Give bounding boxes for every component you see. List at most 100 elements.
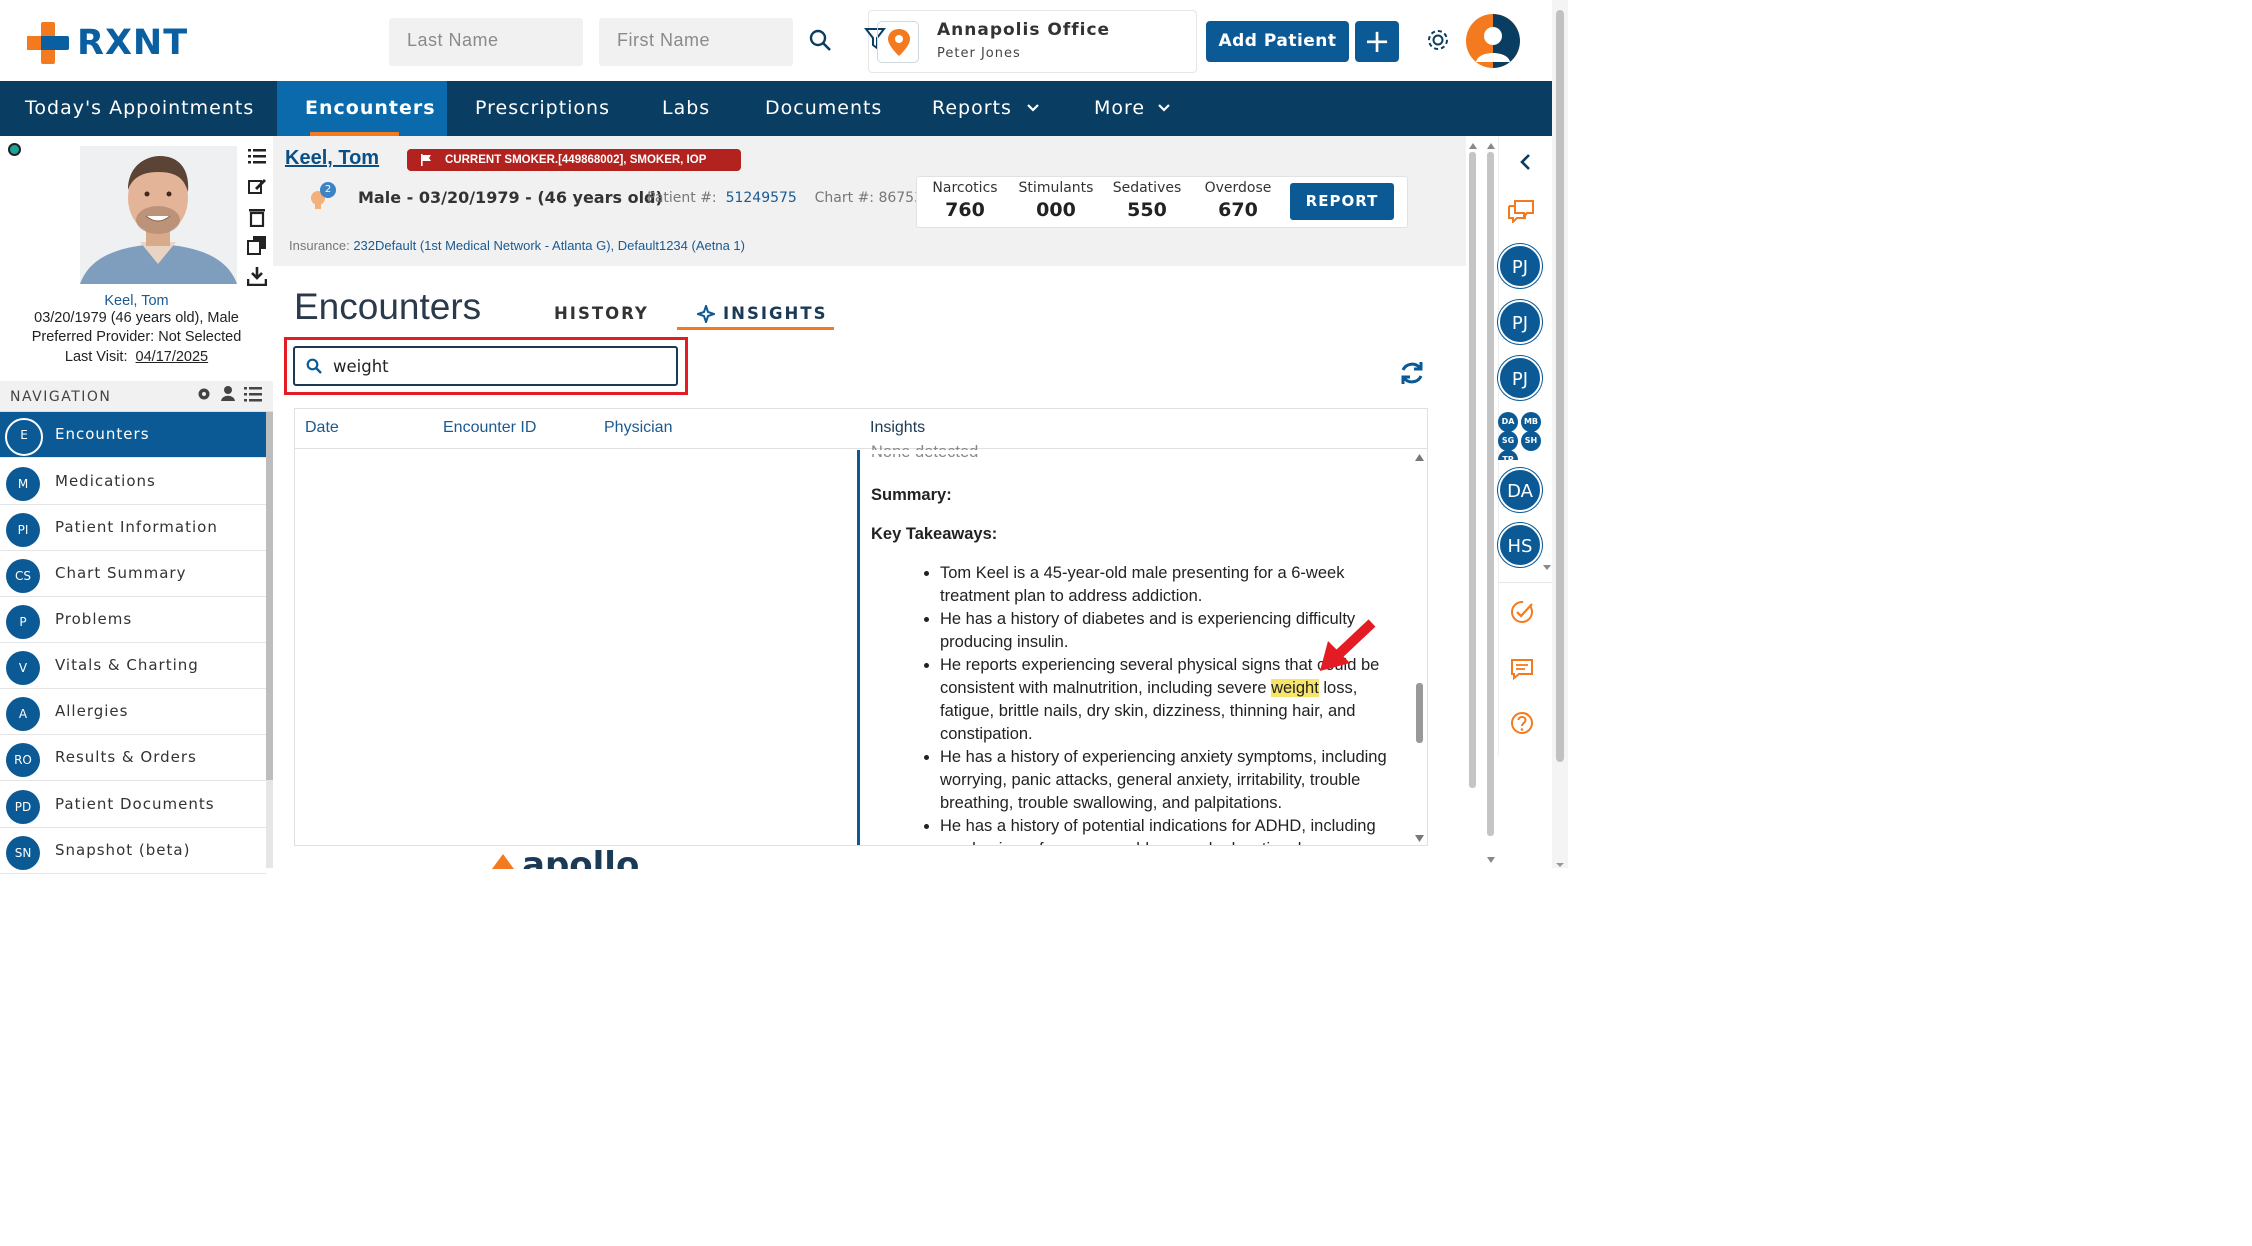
- left-nav-snapshot[interactable]: SN Snapshot (beta): [0, 828, 266, 874]
- quick-add-button[interactable]: +: [1355, 21, 1399, 62]
- avatar-hs[interactable]: HS: [1498, 523, 1542, 567]
- first-name-search-input[interactable]: First Name: [599, 18, 793, 66]
- page-title: Encounters: [294, 286, 482, 327]
- avatar-mb-small[interactable]: MB: [1521, 412, 1541, 432]
- summary-label: Summary:: [871, 486, 952, 504]
- download-icon[interactable]: [247, 266, 267, 286]
- avatar-group[interactable]: DA MB SG SH TP: [1498, 412, 1546, 460]
- stat-value: 000: [1036, 199, 1076, 221]
- rxnt-logo[interactable]: RXNT: [27, 21, 188, 65]
- left-nav-allergies[interactable]: A Allergies: [0, 689, 266, 735]
- patient-card-name[interactable]: Keel, Tom: [0, 293, 273, 309]
- nav-badge: P: [6, 605, 40, 639]
- avatar-sg-small[interactable]: SG: [1498, 431, 1518, 451]
- patient-card-last-visit: Last Visit: 04/17/2025: [0, 349, 273, 365]
- insurance-value[interactable]: 232Default (1st Medical Network - Atlant…: [353, 238, 745, 253]
- nav-list-icon[interactable]: [244, 386, 262, 402]
- settings-gear-icon[interactable]: [1425, 27, 1451, 53]
- stat-value: 550: [1127, 199, 1167, 221]
- tab-insights[interactable]: INSIGHTS: [697, 304, 827, 323]
- nav-badge: PI: [6, 513, 40, 547]
- nav-badge: V: [6, 651, 40, 685]
- left-nav-encounters[interactable]: E Encounters: [0, 412, 266, 458]
- edit-icon[interactable]: [247, 176, 267, 196]
- column-insights[interactable]: Insights: [870, 419, 925, 437]
- nav-reports[interactable]: Reports: [932, 81, 1039, 136]
- chat-bubbles-icon[interactable]: [1507, 197, 1535, 223]
- avatar-tp-small[interactable]: TP: [1498, 450, 1518, 460]
- search-match-highlight: weight: [1271, 679, 1319, 697]
- nav-more[interactable]: More: [1094, 81, 1170, 136]
- refresh-icon[interactable]: [1398, 359, 1426, 387]
- list-item: Tom Keel is a 45-year-old male presentin…: [940, 562, 1393, 608]
- nav-labs[interactable]: Labs: [662, 81, 710, 136]
- nav-label: Allergies: [55, 702, 129, 720]
- left-nav-vitals-charting[interactable]: V Vitals & Charting: [0, 643, 266, 689]
- apollo-logo-icon: [492, 854, 514, 869]
- column-date[interactable]: Date: [305, 419, 339, 437]
- patient-demographics: Male - 03/20/1979 - (46 years old): [358, 188, 663, 207]
- left-nav-patient-documents[interactable]: PD Patient Documents: [0, 782, 266, 828]
- left-nav-scrollbar[interactable]: [266, 412, 273, 868]
- nav-prescriptions[interactable]: Prescriptions: [475, 81, 610, 136]
- column-physician[interactable]: Physician: [604, 419, 672, 437]
- list-icon[interactable]: [247, 146, 267, 166]
- left-nav-results-orders[interactable]: RO Results & Orders: [0, 735, 266, 781]
- add-patient-button[interactable]: Add Patient: [1206, 21, 1349, 62]
- trash-icon[interactable]: [247, 207, 267, 227]
- column-encounter-id[interactable]: Encounter ID: [443, 419, 536, 437]
- scrollbar-thumb[interactable]: [266, 412, 273, 780]
- stat-label: Stimulants: [1018, 180, 1094, 196]
- nav-user-icon[interactable]: [220, 385, 236, 402]
- report-button[interactable]: REPORT: [1290, 183, 1394, 220]
- rail-scroll-down-icon[interactable]: [1542, 564, 1552, 572]
- avatar-da-small[interactable]: DA: [1498, 412, 1518, 432]
- avatar-da[interactable]: DA: [1498, 468, 1542, 512]
- insurance-line: Insurance: 232Default (1st Medical Netwo…: [289, 238, 745, 253]
- nav-badge: E: [5, 418, 43, 456]
- main-scrollbar[interactable]: [1466, 140, 1498, 868]
- search-icon[interactable]: [808, 28, 832, 52]
- nav-label: Today's Appointments: [25, 97, 255, 119]
- stat-overdose: Overdose 670: [1193, 180, 1283, 221]
- app-header: RXNT Last Name First Name Annapolis Offi…: [0, 0, 1552, 81]
- patient-name-link[interactable]: Keel, Tom: [285, 147, 379, 170]
- message-icon[interactable]: [1510, 657, 1534, 681]
- nav-documents[interactable]: Documents: [765, 81, 882, 136]
- tab-history[interactable]: HISTORY: [554, 304, 649, 323]
- nav-label: Documents: [765, 97, 883, 119]
- copy-icon[interactable]: [247, 235, 267, 255]
- insurance-label: Insurance:: [289, 238, 350, 253]
- avatar-pj[interactable]: PJ: [1498, 244, 1542, 288]
- left-nav-chart-summary[interactable]: CS Chart Summary: [0, 551, 266, 597]
- nav-label: Patient Information: [55, 518, 218, 536]
- nav-settings-gear-icon[interactable]: [196, 386, 212, 402]
- left-nav-medications[interactable]: M Medications: [0, 459, 266, 505]
- nav-badge: SN: [6, 836, 40, 870]
- nav-todays-appointments[interactable]: Today's Appointments: [0, 81, 277, 136]
- nav-label: Vitals & Charting: [55, 656, 199, 674]
- help-icon[interactable]: [1510, 711, 1534, 735]
- left-nav-patient-information[interactable]: PI Patient Information: [0, 505, 266, 551]
- tasks-check-icon[interactable]: [1510, 600, 1534, 624]
- last-name-search-input[interactable]: Last Name: [389, 18, 583, 66]
- avatar-sh-small[interactable]: SH: [1521, 431, 1541, 451]
- user-avatar[interactable]: [1466, 14, 1520, 68]
- stat-stimulants: Stimulants 000: [1011, 180, 1101, 221]
- insights-bulb-icon[interactable]: 2: [307, 182, 336, 214]
- avatar-pj[interactable]: PJ: [1498, 356, 1542, 400]
- nav-label: Encounters: [305, 97, 436, 119]
- stat-label: Overdose: [1204, 180, 1272, 196]
- smoker-alert-badge[interactable]: CURRENT SMOKER.[449868002], SMOKER, IOP: [407, 149, 741, 171]
- chevron-left-icon[interactable]: [1518, 153, 1532, 171]
- red-arrow-icon: [1320, 619, 1376, 671]
- office-name: Annapolis Office: [937, 20, 1111, 40]
- nav-label: Reports: [932, 97, 1012, 119]
- nav-encounters[interactable]: Encounters: [277, 81, 447, 136]
- left-nav-problems[interactable]: P Problems: [0, 597, 266, 643]
- last-visit-date[interactable]: 04/17/2025: [136, 349, 209, 365]
- page-scrollbar[interactable]: [1552, 0, 1568, 868]
- avatar-pj[interactable]: PJ: [1498, 300, 1542, 344]
- patient-number-value[interactable]: 51249575: [726, 190, 797, 206]
- insights-scrollbar[interactable]: [1413, 450, 1426, 846]
